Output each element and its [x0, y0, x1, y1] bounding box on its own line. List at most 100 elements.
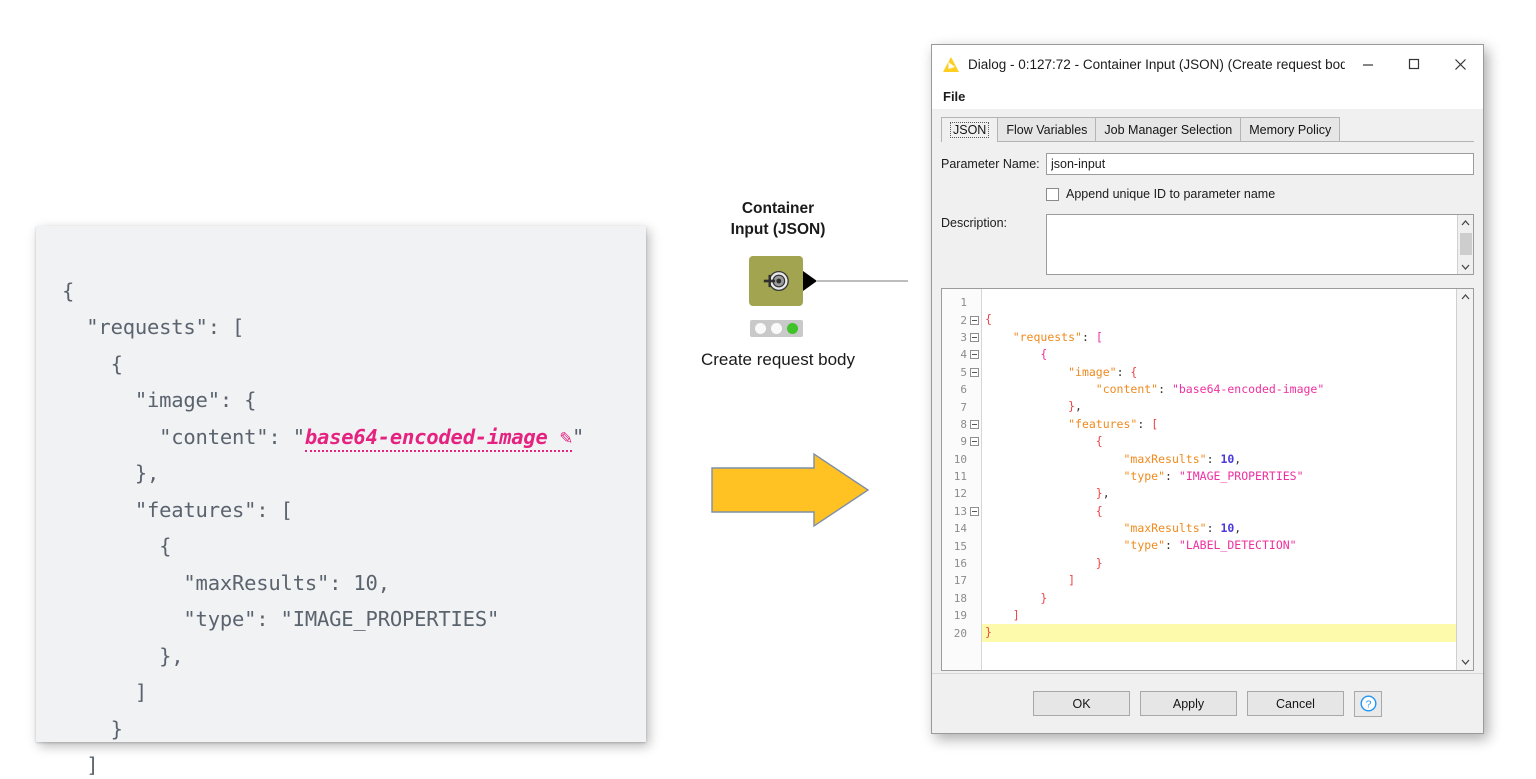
code-token: : [1158, 381, 1172, 396]
code-line[interactable]: } [982, 555, 1456, 572]
code-line[interactable]: "type": "LABEL_DETECTION" [982, 537, 1456, 554]
ok-button[interactable]: OK [1033, 691, 1130, 716]
code-line[interactable]: { [982, 433, 1456, 450]
fold-toggle-icon[interactable] [970, 419, 979, 429]
chevron-down-icon[interactable] [1457, 654, 1474, 670]
fold-toggle-icon[interactable] [970, 350, 979, 360]
line-number: 7 [942, 398, 981, 415]
code-token: } [1068, 399, 1076, 414]
line-number-value: 3 [960, 330, 967, 344]
code-token: "maxResults" [1123, 521, 1207, 536]
code-token: ] [1012, 608, 1020, 623]
description-scrollbar[interactable] [1457, 215, 1473, 274]
node-title-line1: Container [741, 200, 815, 217]
code-line[interactable]: "content": "base64-encoded-image" [982, 381, 1456, 398]
code-line[interactable]: }, [982, 485, 1456, 502]
json-editor[interactable]: 1 2 3 4 5 6 7 8 9 10 11 12 13 14 15 16 17 18 19 20 { "reque… [941, 288, 1474, 671]
code-line[interactable]: { [982, 346, 1456, 363]
json-editor-inner[interactable]: 1 2 3 4 5 6 7 8 9 10 11 12 13 14 15 16 17 18 19 20 { "reque… [942, 289, 1456, 670]
code-line[interactable] [982, 294, 1456, 311]
description-textarea[interactable] [1047, 215, 1457, 274]
node-output-port[interactable] [803, 271, 817, 291]
knime-node-container-input-json[interactable]: Container Input (JSON) Create request bo… [690, 190, 940, 390]
tab-flow-variables[interactable]: Flow Variables [997, 117, 1097, 141]
line-number-value: 2 [960, 313, 967, 327]
apply-button[interactable]: Apply [1140, 691, 1237, 716]
append-unique-id-checkbox[interactable] [1046, 187, 1059, 201]
cancel-button[interactable]: Cancel [1247, 691, 1344, 716]
code-token: } [1040, 590, 1048, 605]
code-token: } [985, 625, 992, 640]
help-button[interactable]: ? [1354, 690, 1382, 717]
status-led-executed [786, 323, 798, 334]
dialog-body: JSON Flow Variables Job Manager Selection M… [932, 109, 1483, 673]
line-number-value: 4 [960, 348, 967, 362]
code-token: "base64-encoded-image" [1171, 381, 1325, 396]
menu-item-file[interactable]: File [943, 89, 965, 104]
pencil-icon[interactable]: ✎ [560, 425, 572, 449]
editor-scrollbar[interactable] [1456, 289, 1473, 670]
line-number-value: 1 [960, 296, 967, 310]
description-field[interactable] [1046, 214, 1474, 275]
chevron-up-icon[interactable] [1458, 215, 1474, 230]
snippet-line: { [62, 534, 172, 558]
minimize-button[interactable] [1345, 45, 1391, 83]
snippet-line: } [62, 716, 123, 741]
screenshot-root: { "requests": [ { "image": { "content": … [0, 0, 1536, 779]
tab-label: Flow Variables [1006, 122, 1088, 137]
code-token: , [1075, 399, 1082, 414]
code-token: "maxResults" [1123, 451, 1207, 466]
fold-toggle-icon[interactable] [970, 367, 979, 377]
editable-value-highlight[interactable]: base64-encoded-image ✎ [304, 424, 572, 452]
code-token: "type" [1123, 538, 1166, 553]
line-number: 6 [942, 381, 981, 398]
code-line[interactable]: "type": "IMAGE_PROPERTIES" [982, 468, 1456, 485]
line-number: 10 [942, 451, 981, 468]
append-unique-id-row[interactable]: Append unique ID to parameter name [941, 187, 1474, 201]
code-line[interactable]: "maxResults": 10, [982, 451, 1456, 468]
tab-memory-policy[interactable]: Memory Policy [1240, 117, 1341, 141]
node-body[interactable] [749, 256, 803, 306]
tab-json[interactable]: JSON [941, 117, 999, 142]
description-scroll-track[interactable] [1458, 230, 1474, 259]
maximize-button[interactable] [1391, 45, 1437, 83]
dialog-menubar: File [932, 83, 1483, 109]
dialog-tabstrip: JSON Flow Variables Job Manager Selection M… [941, 117, 1474, 142]
code-line[interactable]: } [982, 624, 1456, 642]
line-number: 14 [942, 520, 981, 537]
fold-toggle-icon[interactable] [970, 332, 979, 342]
code-line[interactable]: { [982, 503, 1456, 520]
tab-job-manager-selection[interactable]: Job Manager Selection [1095, 117, 1242, 141]
fold-toggle-icon[interactable] [970, 437, 979, 447]
code-line[interactable]: } [982, 590, 1456, 607]
code-line[interactable]: "requests": [ [982, 329, 1456, 346]
code-line[interactable]: ] [982, 607, 1456, 624]
code-line[interactable]: ] [982, 572, 1456, 589]
code-line[interactable]: }, [982, 398, 1456, 415]
parameter-name-input[interactable] [1046, 153, 1474, 175]
editor-code-area[interactable]: { "requests": [ { "image": { "content": … [982, 289, 1456, 670]
description-scroll-thumb[interactable] [1459, 233, 1472, 255]
code-token: "LABEL_DETECTION" [1178, 538, 1297, 553]
chevron-up-icon[interactable] [1457, 289, 1474, 305]
node-title-line2: Input (JSON) [730, 221, 826, 238]
code-line[interactable]: "image": { [982, 364, 1456, 381]
code-line[interactable]: "maxResults": 10, [982, 520, 1456, 537]
snippet-line: { [62, 351, 123, 376]
code-line[interactable]: { [982, 311, 1456, 328]
close-button[interactable] [1437, 45, 1483, 83]
editor-scroll-track[interactable] [1457, 305, 1473, 654]
code-line[interactable]: "features": [ [982, 416, 1456, 433]
fold-toggle-icon[interactable] [970, 506, 979, 516]
code-token: { [1095, 434, 1103, 449]
code-token: ] [1068, 573, 1076, 588]
fold-toggle-icon[interactable] [970, 315, 979, 325]
line-number-value: 7 [960, 400, 967, 414]
chevron-down-icon[interactable] [1458, 259, 1474, 274]
